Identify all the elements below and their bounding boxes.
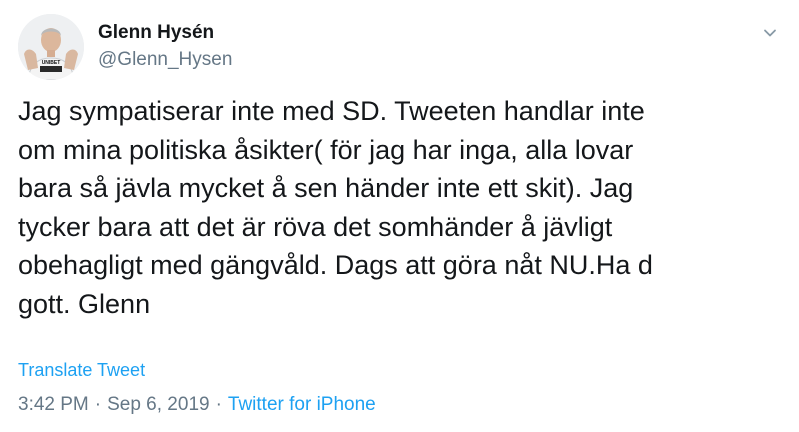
author-display-name[interactable]: Glenn Hysén [98,21,232,45]
avatar-shirt-text: UNIBET [42,60,61,66]
meta-separator: · [94,394,102,415]
chevron-down-icon[interactable] [763,26,777,40]
tweet-date[interactable]: Sep 6, 2019 [107,394,209,415]
author-names: Glenn Hysén @Glenn_Hysen [98,21,232,73]
tweet-text: Jag sympatiserar inte med SD. Tweeten ha… [18,96,653,319]
tweet-header: UNIBET Glenn Hysén @Glenn_Hysen [18,14,232,80]
tweet-meta: 3:42 PM · Sep 6, 2019 · Twitter for iPhone [18,392,376,418]
tweet-card: UNIBET Glenn Hysén @Glenn_Hysen Jag symp… [0,0,799,432]
tweet-source-link[interactable]: Twitter for iPhone [228,394,376,415]
avatar[interactable]: UNIBET [18,14,84,80]
author-handle[interactable]: @Glenn_Hysen [98,47,232,73]
translate-tweet-link[interactable]: Translate Tweet [18,358,145,382]
tweet-time[interactable]: 3:42 PM [18,394,89,415]
meta-separator: · [215,394,222,415]
